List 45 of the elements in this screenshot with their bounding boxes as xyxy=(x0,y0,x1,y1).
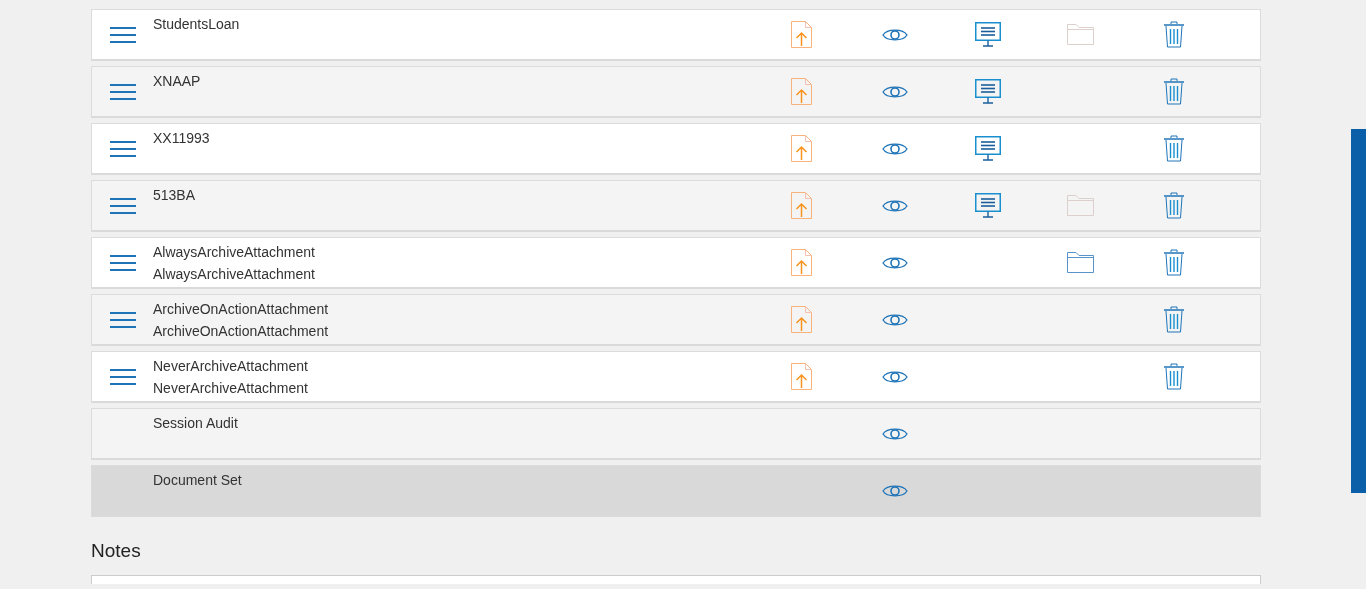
monitor-icon[interactable] xyxy=(974,136,1001,161)
document-name: ArchiveOnActionAttachment xyxy=(153,301,329,318)
document-row[interactable]: AlwaysArchiveAttachment AlwaysArchiveAttachment xyxy=(91,237,1261,289)
menu-icon[interactable] xyxy=(109,26,136,43)
menu-icon[interactable] xyxy=(109,254,136,271)
delete-icon[interactable] xyxy=(1162,306,1185,333)
delete-icon[interactable] xyxy=(1162,192,1185,219)
menu-icon[interactable] xyxy=(109,197,136,214)
delete-icon[interactable] xyxy=(1162,363,1185,390)
file-upload-icon[interactable] xyxy=(791,363,812,390)
document-row[interactable]: NeverArchiveAttachment NeverArchiveAttachment xyxy=(91,351,1261,403)
delete-icon[interactable] xyxy=(1162,135,1185,162)
delete-icon[interactable] xyxy=(1162,78,1185,105)
menu-icon[interactable] xyxy=(109,83,136,100)
menu-icon[interactable] xyxy=(109,368,136,385)
document-row[interactable]: StudentsLoan xyxy=(91,9,1261,61)
document-row[interactable]: XNAAP xyxy=(91,66,1261,118)
file-upload-icon[interactable] xyxy=(791,249,812,276)
document-row[interactable]: 513BA xyxy=(91,180,1261,232)
document-name: 513BA xyxy=(153,187,196,204)
delete-icon[interactable] xyxy=(1162,249,1185,276)
document-row[interactable]: Session Audit xyxy=(91,408,1261,460)
document-row[interactable]: ArchiveOnActionAttachment ArchiveOnActionAttachment xyxy=(91,294,1261,346)
document-name: Session Audit xyxy=(153,415,238,432)
menu-icon[interactable] xyxy=(109,140,136,157)
document-row[interactable]: Document Set xyxy=(91,465,1261,517)
document-name: AlwaysArchiveAttachment xyxy=(153,244,315,261)
monitor-icon[interactable] xyxy=(974,22,1001,47)
menu-icon[interactable] xyxy=(109,311,136,328)
document-subtitle: AlwaysArchiveAttachment xyxy=(153,266,315,283)
document-name: StudentsLoan xyxy=(153,16,240,33)
folder-icon[interactable] xyxy=(1067,252,1094,273)
document-name: NeverArchiveAttachment xyxy=(153,358,308,375)
document-subtitle: ArchiveOnActionAttachment xyxy=(153,323,329,340)
delete-icon[interactable] xyxy=(1162,21,1185,48)
document-name: XX11993 xyxy=(153,130,210,147)
file-upload-icon[interactable] xyxy=(791,21,812,48)
notes-heading: Notes xyxy=(91,539,141,563)
document-name: XNAAP xyxy=(153,73,201,90)
monitor-icon[interactable] xyxy=(974,79,1001,104)
document-subtitle: NeverArchiveAttachment xyxy=(153,380,308,397)
document-name: Document Set xyxy=(153,472,242,489)
file-upload-icon[interactable] xyxy=(791,135,812,162)
monitor-icon[interactable] xyxy=(974,193,1001,218)
document-row[interactable]: XX11993 xyxy=(91,123,1261,175)
